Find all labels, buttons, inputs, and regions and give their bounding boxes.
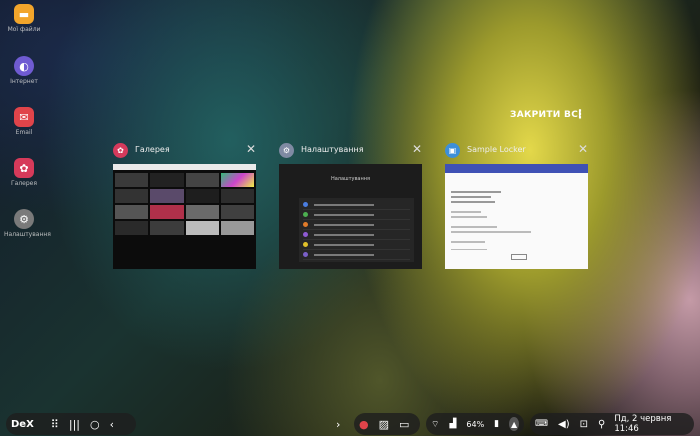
preview-body [445,173,588,266]
close-all-button[interactable]: ЗАКРИТИ ВСІ [510,110,582,120]
preview-settings-list [299,198,414,262]
recent-app-card-sample-locker[interactable]: ▣ Sample Locker ✕ [445,142,588,269]
desktop-icon-settings[interactable]: ⚙ Налаштування [4,209,51,238]
card-header: ⚙ Налаштування ✕ [279,142,422,159]
signal-icon: ▟ [449,419,457,429]
gallery-thumb-icon[interactable]: ▨ [379,418,389,431]
folder-icon: ▬ [14,4,34,24]
preview-photo-grid [113,170,256,238]
status-group: ⌔ ▟ 64% ▮ ▲ [426,413,524,435]
email-icon: ✉ [14,107,34,127]
keyboard-icon[interactable]: ⌨ [535,419,548,429]
lock-icon: ▣ [445,143,460,158]
wifi-icon: ⌔ [431,419,440,430]
back-icon[interactable]: ‹ [110,418,114,431]
desktop-icon-label: Мої файли [7,26,41,33]
desktop-icon-gallery[interactable]: ✿ Галерея [4,158,44,187]
card-header: ▣ Sample Locker ✕ [445,142,588,159]
card-title: Налаштування [301,145,364,154]
chevron-right-icon[interactable]: › [336,418,340,431]
desktop-icon-label: Email [15,129,33,136]
record-icon[interactable]: ● [359,418,369,431]
app-preview-settings[interactable]: Налаштування [279,164,422,269]
battery-level: 64% [466,419,485,429]
taskbar-left-group: DeX ⠿ ||| ○ ‹ [6,413,136,435]
desktop-icon-email[interactable]: ✉ Email [4,107,44,136]
card-header: ✿ Галерея ✕ [113,142,256,159]
recents-icon[interactable]: ||| [69,418,80,431]
card-title: Галерея [135,145,170,154]
search-icon[interactable]: ⚲ [598,419,605,430]
home-icon[interactable]: ○ [90,418,100,431]
app-preview-sample-locker[interactable] [445,164,588,269]
recent-app-card-gallery[interactable]: ✿ Галерея ✕ [113,142,256,269]
close-icon[interactable]: ✕ [412,142,422,156]
desktop-icon-label: Галерея [11,180,37,187]
preview-app-bar [445,164,588,173]
screenshot-icon[interactable]: ▭ [399,418,409,431]
dex-button[interactable]: DeX [11,419,34,430]
screen-capture-icon[interactable]: ⊡ [580,419,588,430]
chevron-up-icon[interactable]: ▲ [509,417,519,431]
apps-grid-icon[interactable]: ⠿ [51,418,59,431]
settings-icon: ⚙ [14,209,34,229]
more-options-icon[interactable]: ⋮ [574,107,586,121]
clock[interactable]: Пд, 2 червня 11:46 [614,414,686,434]
flower-icon: ✿ [113,143,128,158]
gear-icon: ⚙ [279,143,294,158]
desktop-icon-label: Інтернет [10,78,38,85]
internet-icon: ◐ [14,56,34,76]
close-icon[interactable]: ✕ [578,142,588,156]
recent-app-card-settings[interactable]: ⚙ Налаштування ✕ Налаштування [279,142,422,269]
battery-icon: ▮ [494,419,500,429]
pinned-apps-group: ● ▨ ▭ [354,413,420,435]
desktop-icon-label: Налаштування [4,231,51,238]
dex-taskbar: DeX ⠿ ||| ○ ‹ › ● ▨ ▭ ⌔ ▟ 64% ▮ ▲ ⌨ ◀) ⊡… [0,410,700,436]
preview-title: Налаштування [330,176,371,182]
gallery-icon: ✿ [14,158,34,178]
desktop-icon-internet[interactable]: ◐ Інтернет [4,56,44,85]
desktop-icon-my-files[interactable]: ▬ Мої файли [4,4,44,33]
system-tray-group: ⌨ ◀) ⊡ ⚲ Пд, 2 червня 11:46 [530,413,694,435]
app-preview-gallery[interactable] [113,164,256,269]
desktop-shortcuts: ▬ Мої файли ◐ Інтернет ✉ Email ✿ Галерея… [0,0,51,260]
volume-icon[interactable]: ◀) [558,419,570,430]
card-title: Sample Locker [467,145,526,154]
close-icon[interactable]: ✕ [246,142,256,156]
